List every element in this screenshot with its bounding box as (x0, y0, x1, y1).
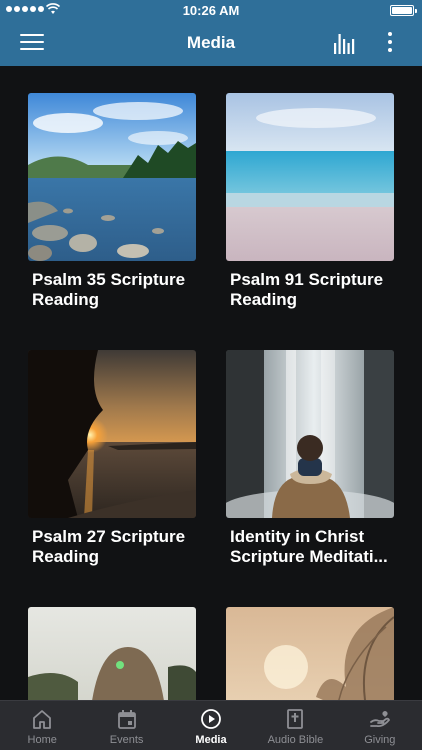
media-thumbnail (226, 93, 394, 261)
media-card-psalm-35[interactable]: Psalm 35 Scripture Reading (28, 93, 196, 310)
media-thumbnail (226, 350, 394, 518)
tab-media[interactable]: Media (169, 701, 253, 750)
tab-label: Media (195, 734, 227, 746)
media-card-partial-1[interactable] (28, 607, 196, 700)
tab-giving[interactable]: Giving (338, 701, 422, 750)
tab-label: Giving (364, 734, 396, 746)
play-icon (201, 709, 221, 729)
media-card-title: Identity in Christ Scripture Meditati... (230, 527, 388, 566)
tab-home[interactable]: Home (0, 701, 84, 750)
media-thumbnail (28, 607, 196, 700)
calendar-icon (117, 710, 136, 729)
audio-levels-icon (334, 34, 355, 54)
more-vertical-icon (388, 32, 392, 36)
tab-audio-bible[interactable]: Audio Bible (253, 701, 337, 750)
status-bar: 10:26 AM (0, 0, 422, 20)
more-options-button[interactable] (384, 32, 396, 54)
media-thumbnail (28, 93, 196, 261)
bible-icon (287, 709, 304, 729)
page-title: Media (186, 33, 236, 52)
media-card-psalm-27[interactable]: Psalm 27 Scripture Reading (28, 350, 196, 567)
tab-label: Home (27, 734, 57, 746)
battery-icon (390, 5, 417, 16)
giving-icon (369, 711, 390, 728)
audio-levels-button[interactable] (333, 32, 357, 54)
media-card-title: Psalm 27 Scripture Reading (32, 527, 186, 566)
status-time: 10:26 AM (182, 3, 240, 18)
media-card-identity-in-christ[interactable]: Identity in Christ Scripture Meditati... (226, 350, 394, 567)
app-header: Media (0, 20, 422, 66)
tab-events[interactable]: Events (84, 701, 168, 750)
bottom-tab-bar: Home Events Media Audio Bible Giving (0, 700, 422, 750)
tab-label: Audio Bible (267, 734, 324, 746)
media-thumbnail (226, 607, 394, 700)
media-thumbnail (28, 350, 196, 518)
media-grid: Psalm 35 Scripture Reading Psalm 91 Scri (0, 66, 422, 700)
media-card-title: Psalm 35 Scripture Reading (32, 270, 186, 309)
media-card-psalm-91[interactable]: Psalm 91 Scripture Reading (226, 93, 394, 310)
home-icon (33, 710, 52, 729)
media-card-title: Psalm 91 Scripture Reading (230, 270, 384, 309)
tab-label: Events (109, 734, 144, 746)
media-card-partial-2[interactable] (226, 607, 394, 700)
